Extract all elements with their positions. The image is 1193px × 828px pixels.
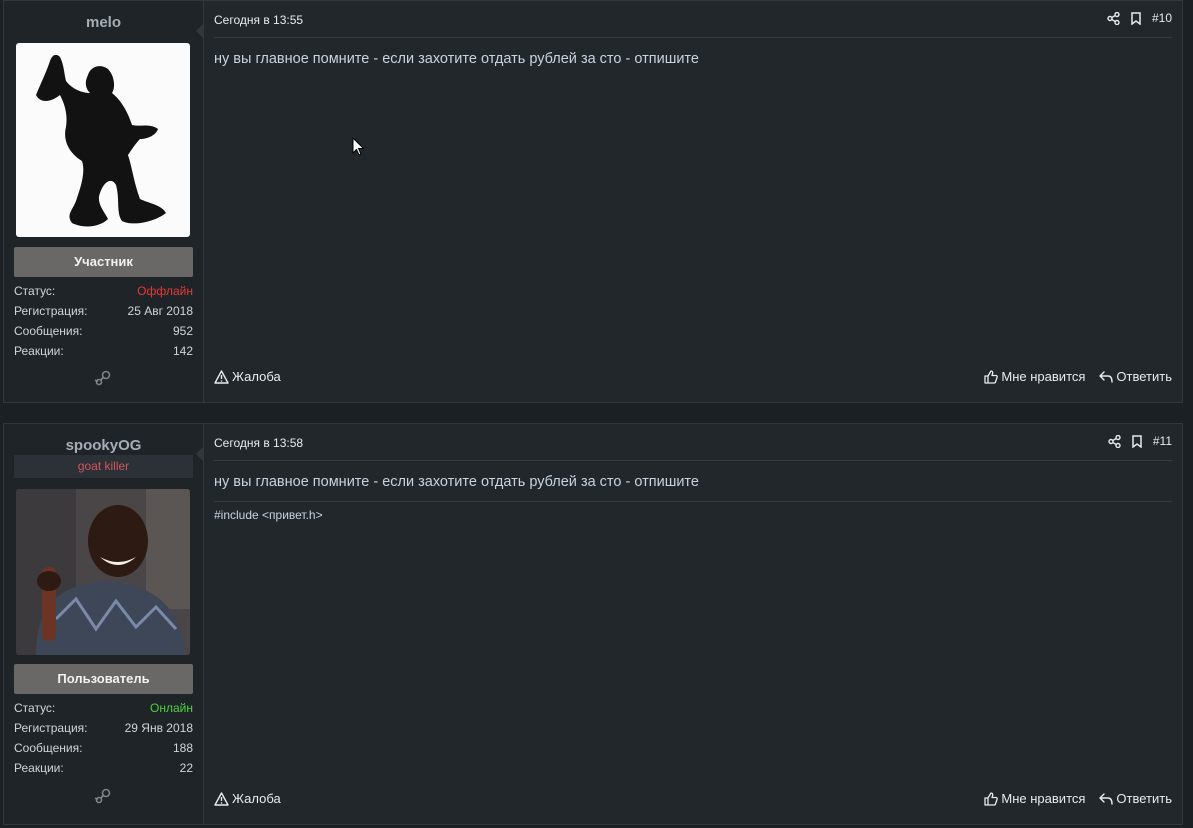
post-header: Сегодня в 13:58 #11: [214, 424, 1172, 461]
reply-icon: [1099, 793, 1114, 805]
post-date[interactable]: Сегодня в 13:58: [214, 436, 303, 450]
steam-icon[interactable]: [94, 369, 112, 387]
warning-icon: [214, 369, 229, 384]
dancer-silhouette-avatar: [36, 54, 166, 227]
report-button[interactable]: Жалоба: [214, 791, 281, 806]
signature-divider: [214, 501, 1172, 502]
report-label: Жалоба: [232, 791, 281, 806]
stat-label: Регистрация:: [14, 721, 88, 735]
stat-label: Статус:: [14, 701, 56, 715]
status-value: Оффлайн: [137, 284, 193, 298]
report-button[interactable]: Жалоба: [214, 369, 281, 384]
thumbs-up-icon: [984, 791, 999, 806]
post-footer: Жалоба Мне нравится Ответить: [214, 791, 1172, 809]
stat-status: Статус: Оффлайн: [14, 281, 193, 301]
stat-value: 29 Янв 2018: [124, 721, 193, 735]
report-label: Жалоба: [232, 369, 281, 384]
like-label: Мне нравится: [1001, 369, 1086, 384]
like-button[interactable]: Мне нравится: [984, 369, 1085, 384]
user-stats: Статус: Онлайн Регистрация: 29 Янв 2018 …: [14, 698, 193, 778]
stat-label: Реакции:: [14, 761, 64, 775]
user-role-badge: Пользователь: [14, 664, 193, 694]
post-date[interactable]: Сегодня в 13:55: [214, 13, 303, 27]
thumbs-up-icon: [984, 369, 999, 384]
post-message: ну вы главное помните - если захотите от…: [214, 474, 699, 490]
share-icon[interactable]: [1107, 11, 1120, 25]
forum-post: spookyOG goat killer Пользователь Статус…: [3, 423, 1183, 825]
post-header-actions: #10: [1107, 11, 1172, 25]
stat-label: Регистрация:: [14, 304, 88, 318]
stat-registration: Регистрация: 25 Авг 2018: [14, 301, 193, 321]
stat-label: Реакции:: [14, 344, 64, 358]
like-label: Мне нравится: [1001, 791, 1086, 806]
stat-value: 188: [172, 741, 193, 755]
stat-label: Сообщения:: [14, 741, 83, 755]
mouse-cursor-icon: [352, 137, 365, 156]
reply-button[interactable]: Ответить: [1099, 791, 1172, 806]
post-actions: Мне нравится Ответить: [984, 791, 1172, 806]
avatar[interactable]: [16, 43, 190, 237]
reply-icon: [1099, 371, 1114, 383]
stat-messages: Сообщения: 952: [14, 321, 193, 341]
steam-icon[interactable]: [94, 787, 112, 805]
man-photo-avatar: [16, 489, 190, 655]
username[interactable]: melo: [4, 14, 203, 31]
user-signature: #include <привет.h>: [214, 508, 323, 522]
stat-reactions: Реакции: 22: [14, 758, 193, 778]
bookmark-icon[interactable]: [1131, 434, 1143, 448]
post-arrow: [196, 446, 204, 462]
stat-label: Статус:: [14, 284, 56, 298]
bookmark-icon[interactable]: [1130, 11, 1142, 25]
reply-label: Ответить: [1116, 791, 1172, 806]
reply-button[interactable]: Ответить: [1099, 369, 1172, 384]
user-panel: spookyOG goat killer Пользователь Статус…: [4, 424, 204, 824]
avatar[interactable]: [16, 489, 190, 655]
post-number[interactable]: #10: [1152, 11, 1172, 25]
stat-label: Сообщения:: [14, 324, 83, 338]
post-actions: Мне нравится Ответить: [984, 369, 1172, 384]
user-panel: melo Участник Статус: Оффлайн Регистраци…: [4, 1, 204, 402]
post-message: ну вы главное помните - если захотите от…: [214, 51, 699, 67]
stat-reactions: Реакции: 142: [14, 341, 193, 361]
stat-messages: Сообщения: 188: [14, 738, 193, 758]
forum-post: melo Участник Статус: Оффлайн Регистраци…: [3, 0, 1183, 403]
post-main: Сегодня в 13:58 #11 ну вы главное помнит…: [204, 424, 1182, 824]
user-stats: Статус: Оффлайн Регистрация: 25 Авг 2018…: [14, 281, 193, 361]
stat-value: 952: [172, 324, 193, 338]
username[interactable]: spookyOG: [4, 437, 203, 454]
post-footer: Жалоба Мне нравится Ответить: [214, 369, 1172, 387]
status-value: Онлайн: [150, 701, 193, 715]
warning-icon: [214, 791, 229, 806]
post-arrow: [196, 23, 204, 39]
stat-registration: Регистрация: 29 Янв 2018: [14, 718, 193, 738]
user-title: goat killer: [14, 455, 193, 478]
like-button[interactable]: Мне нравится: [984, 791, 1085, 806]
user-role-badge: Участник: [14, 247, 193, 277]
stat-status: Статус: Онлайн: [14, 698, 193, 718]
reply-label: Ответить: [1116, 369, 1172, 384]
share-icon[interactable]: [1108, 434, 1121, 448]
post-header-actions: #11: [1108, 434, 1172, 448]
post-main: Сегодня в 13:55 #10 ну вы главное помнит…: [204, 1, 1182, 402]
post-header: Сегодня в 13:55 #10: [214, 1, 1172, 38]
post-number[interactable]: #11: [1153, 434, 1172, 448]
stat-value: 25 Авг 2018: [127, 304, 193, 318]
stat-value: 142: [172, 344, 193, 358]
stat-value: 22: [179, 761, 193, 775]
